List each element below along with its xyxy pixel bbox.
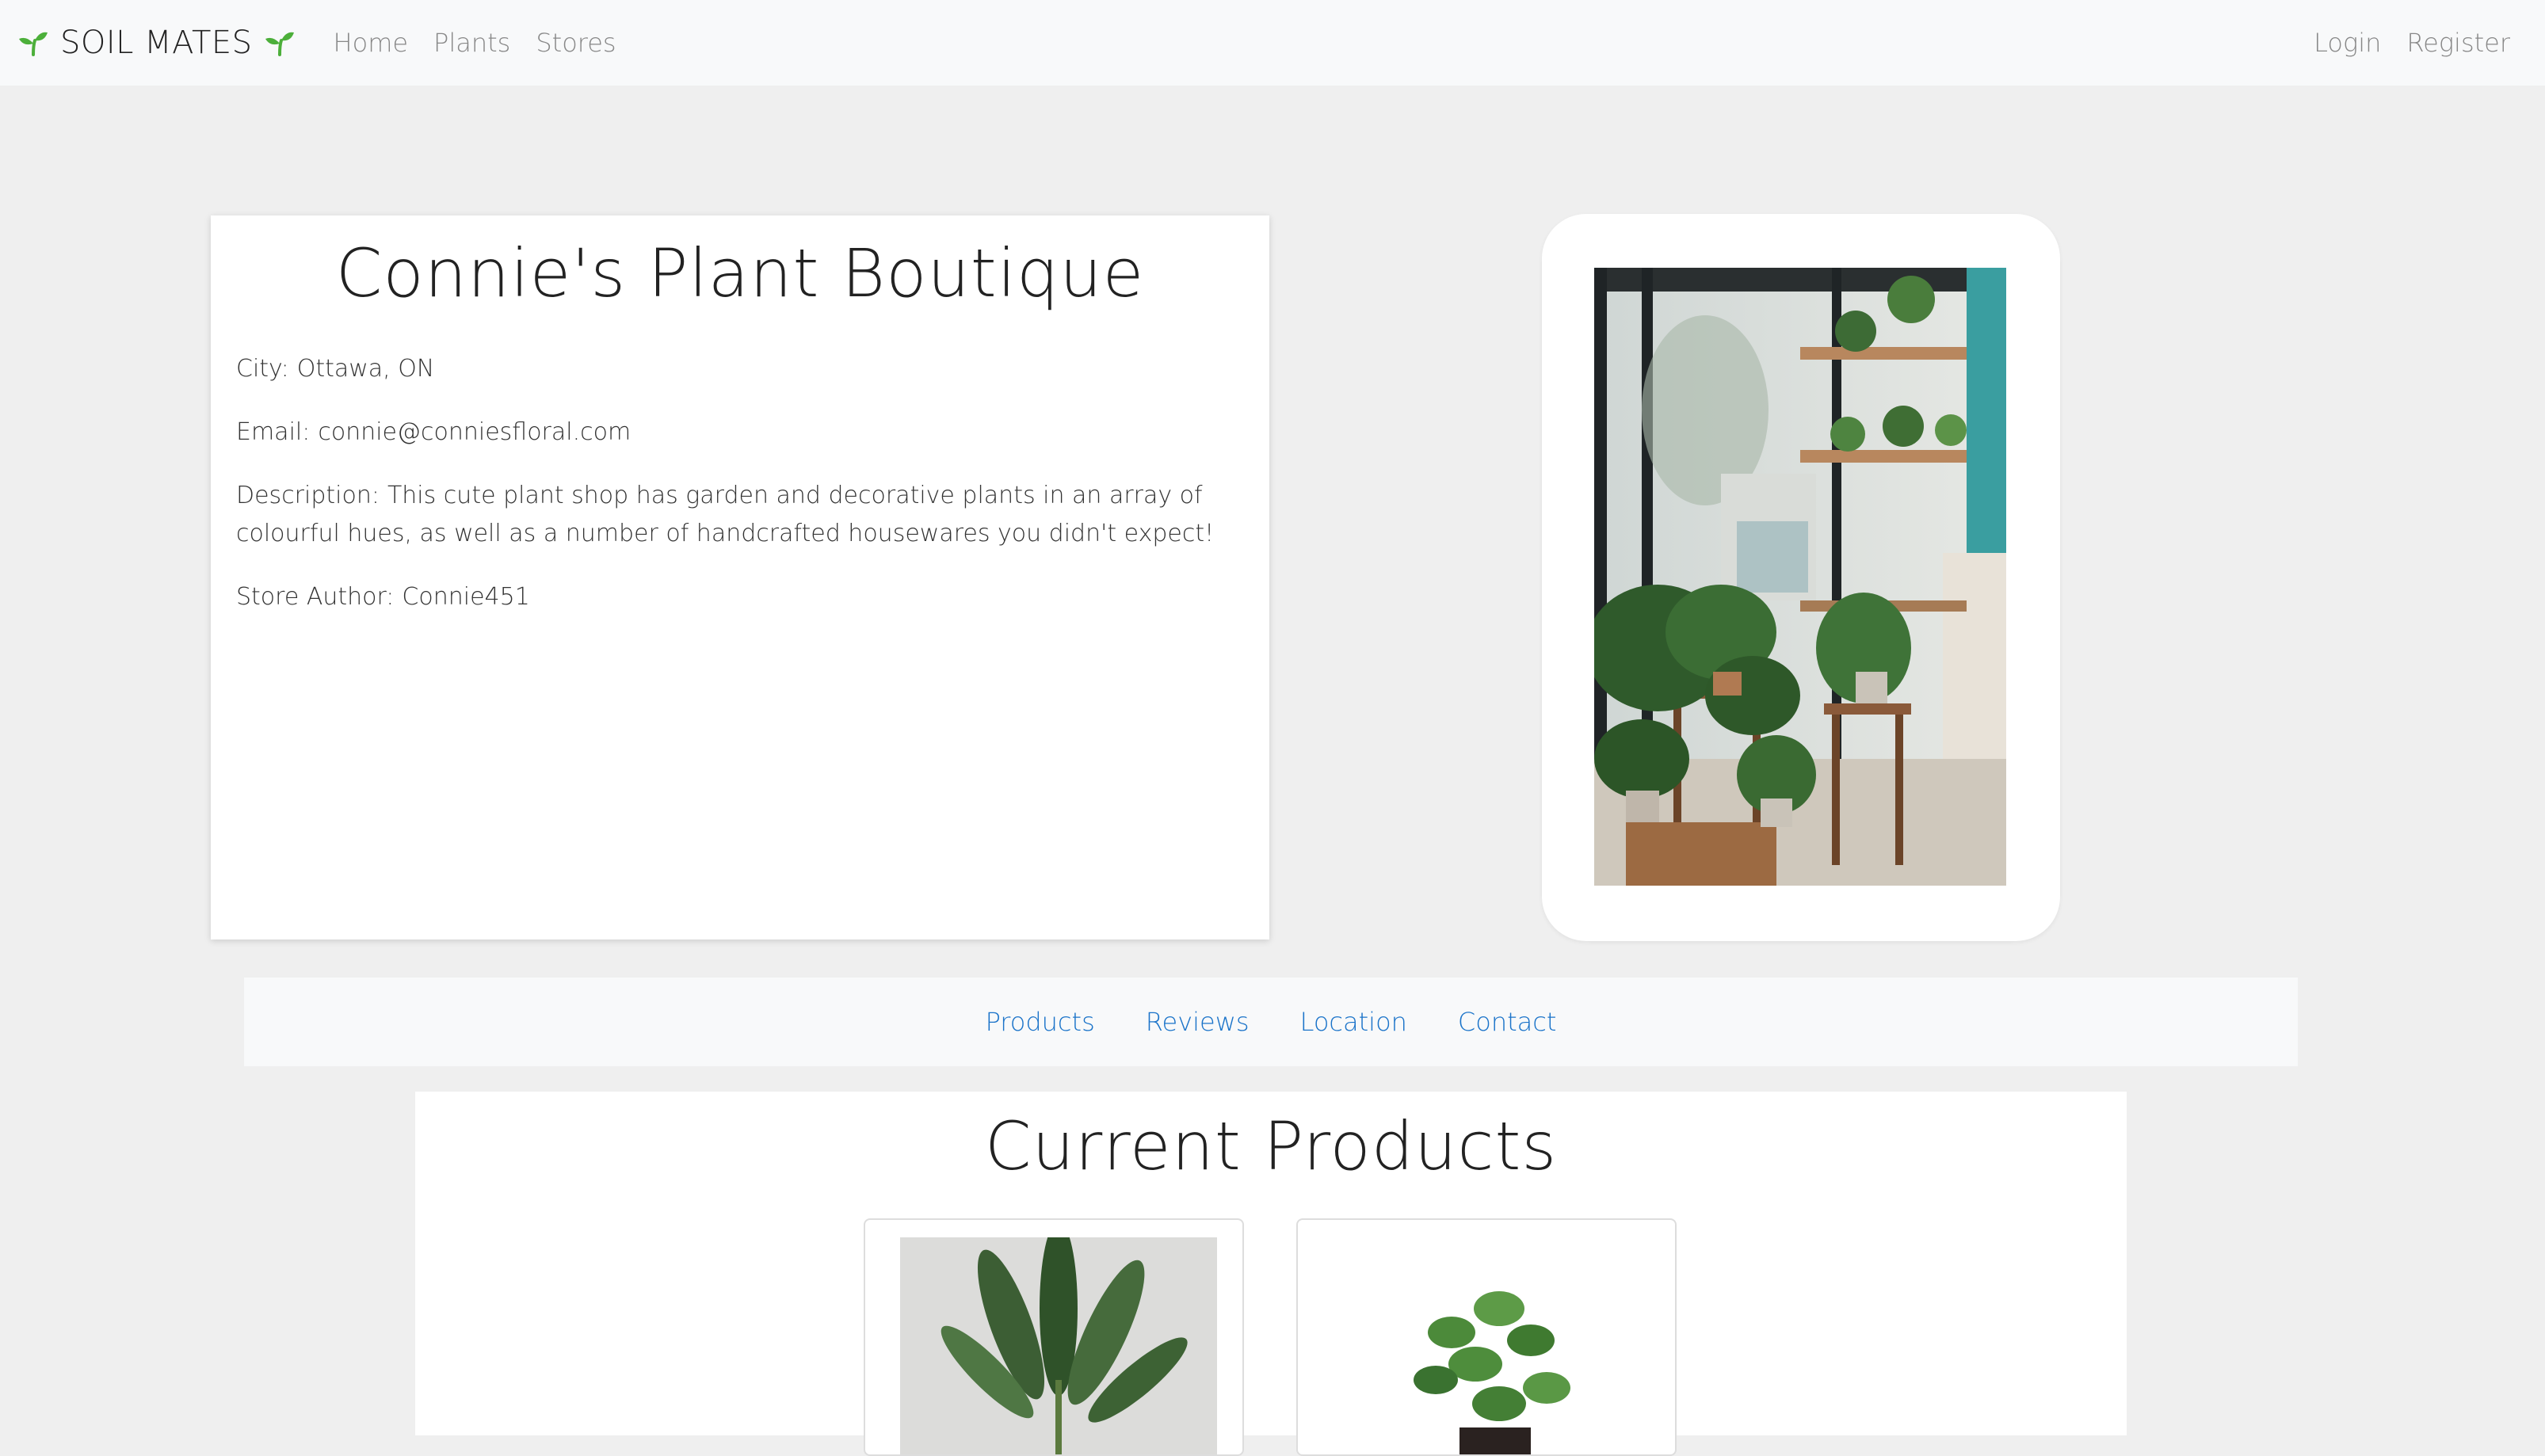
product-image xyxy=(1333,1237,1650,1454)
products-title: Current Products xyxy=(984,1107,1558,1185)
sprout-icon xyxy=(17,29,49,56)
top-navbar: SOIL MATES Home Plants Stores Login Regi… xyxy=(0,0,2545,86)
nav-home[interactable]: Home xyxy=(334,28,409,58)
tab-products[interactable]: Products xyxy=(986,1007,1095,1037)
store-title: Connie's Plant Boutique xyxy=(335,234,1145,312)
email-value: connie@conniesfloral.com xyxy=(318,418,631,446)
description-value: This cute plant shop has garden and deco… xyxy=(236,482,1215,547)
tab-reviews[interactable]: Reviews xyxy=(1146,1007,1250,1037)
tab-contact[interactable]: Contact xyxy=(1458,1007,1557,1037)
login-link[interactable]: Login xyxy=(2314,28,2381,58)
product-image xyxy=(900,1237,1217,1454)
store-image-card xyxy=(1542,214,2060,941)
description-label: Description: xyxy=(236,482,380,509)
brand-name: SOIL MATES xyxy=(60,25,253,61)
brand-logo[interactable]: SOIL MATES xyxy=(17,25,296,61)
product-card[interactable] xyxy=(1296,1218,1677,1456)
city-value: Ottawa, ON xyxy=(296,355,435,383)
store-city: City: Ottawa, ON xyxy=(236,350,1244,388)
nav-plants[interactable]: Plants xyxy=(433,28,510,58)
nav-stores[interactable]: Stores xyxy=(536,28,616,58)
author-label: Store Author: xyxy=(236,583,395,611)
auth-nav: Login Register xyxy=(2314,28,2528,58)
store-tabs: Products Reviews Location Contact xyxy=(244,978,2298,1066)
product-card[interactable] xyxy=(864,1218,1244,1456)
register-link[interactable]: Register xyxy=(2406,28,2510,58)
tab-location[interactable]: Location xyxy=(1300,1007,1407,1037)
email-label: Email: xyxy=(236,418,311,446)
city-label: City: xyxy=(236,355,289,383)
store-description: Description: This cute plant shop has gar… xyxy=(236,477,1244,553)
store-photo xyxy=(1594,268,2006,886)
sprout-icon xyxy=(264,29,296,56)
store-author: Store Author: Connie451 xyxy=(236,578,1244,616)
store-email: Email: connie@conniesfloral.com xyxy=(236,414,1244,452)
main-nav: Home Plants Stores xyxy=(334,28,616,58)
products-panel: Current Products xyxy=(415,1092,2127,1456)
store-info-card: Connie's Plant Boutique City: Ottawa, ON … xyxy=(211,215,1269,940)
author-value: Connie451 xyxy=(402,583,530,611)
